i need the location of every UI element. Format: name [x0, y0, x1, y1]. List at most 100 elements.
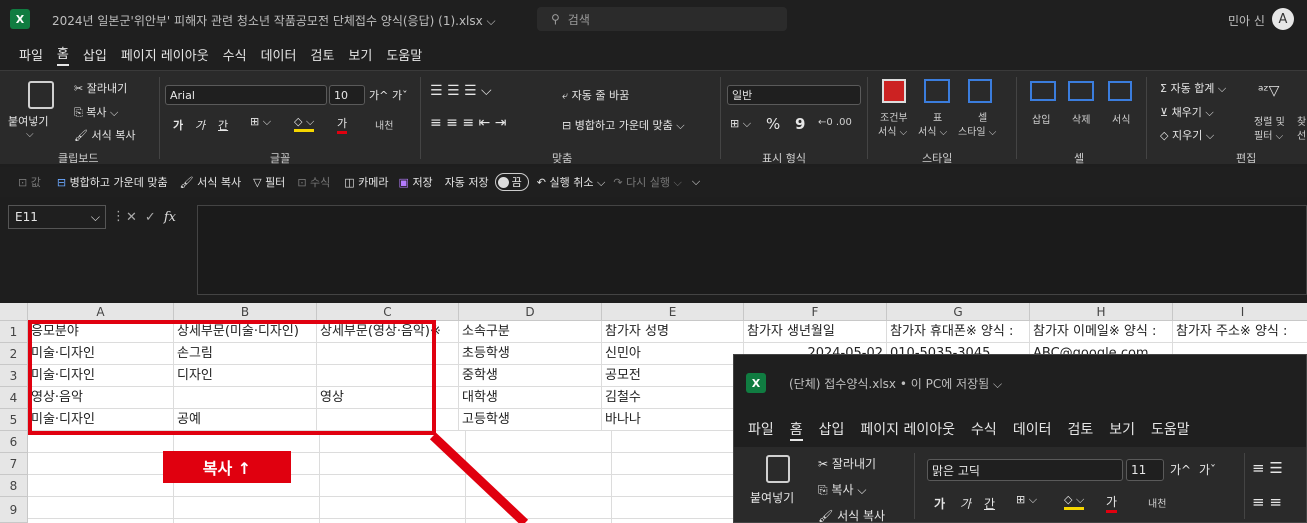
overlay-copy-button[interactable]: ⎘ 복사 ⌵: [818, 481, 866, 498]
document-title[interactable]: 2024년 일본군'위안부' 피해자 관련 청소년 작품공모전 단체접수 양식(…: [52, 12, 496, 29]
tab-review[interactable]: 검토: [310, 45, 334, 64]
overlay-shrink-font-button[interactable]: 가ˇ: [1199, 461, 1216, 478]
overlay-italic-button[interactable]: 가: [960, 495, 971, 512]
cell-styles-label[interactable]: 셀: [978, 109, 987, 124]
cell-g1[interactable]: 참가자 휴대폰※ 양식 :: [887, 321, 1030, 343]
overlay-paste-button[interactable]: 붙여넣기: [750, 489, 794, 506]
cell-d4[interactable]: 대학생: [459, 387, 602, 409]
phonetic-button[interactable]: 내천: [375, 117, 393, 132]
fill-color-icon[interactable]: ◇ ⌵: [1064, 493, 1085, 510]
empty-cells[interactable]: [28, 431, 744, 523]
bold-button[interactable]: 가: [173, 117, 183, 133]
select-all-corner[interactable]: [0, 303, 28, 321]
tab-insert[interactable]: 삽입: [83, 45, 107, 64]
cond-format-label[interactable]: 조건부: [880, 109, 908, 124]
percent-button[interactable]: %: [766, 115, 780, 133]
find-select-label[interactable]: 찾: [1297, 113, 1306, 128]
overlay-tab-page-layout[interactable]: 페이지 레이아웃: [860, 419, 955, 441]
borders-icon[interactable]: ⊞ ⌵: [250, 115, 271, 129]
cell-e5[interactable]: 바나나: [602, 409, 744, 431]
autosave-toggle[interactable]: 끔: [494, 173, 529, 191]
font-size-select[interactable]: 10: [329, 85, 365, 105]
currency-icon[interactable]: ⊞ ⌵: [730, 117, 751, 131]
table-format-label2[interactable]: 서식 ⌵: [918, 123, 947, 138]
clear-button[interactable]: ◇ 지우기 ⌵: [1160, 127, 1214, 143]
cell-styles-label2[interactable]: 스타일 ⌵: [958, 123, 996, 138]
overlay-underline-button[interactable]: 간: [984, 495, 995, 512]
tab-file[interactable]: 파일: [19, 45, 43, 64]
underline-button[interactable]: 간: [218, 117, 228, 133]
cell-d5[interactable]: 고등학생: [459, 409, 602, 431]
overlay-tab-data[interactable]: 데이터: [1013, 419, 1052, 441]
row-header-9[interactable]: 9: [0, 497, 28, 523]
search-box[interactable]: ⚲ 검색: [537, 7, 787, 31]
wrap-text-button[interactable]: ⤶ 자동 줄 바꿈: [562, 87, 629, 103]
row-header-4[interactable]: 4: [0, 387, 28, 409]
cell-e2[interactable]: 신민아: [602, 343, 744, 365]
enter-icon[interactable]: ✓: [145, 210, 156, 225]
cell-i1[interactable]: 참가자 주소※ 양식 :: [1173, 321, 1307, 343]
overlay-tab-insert[interactable]: 삽입: [819, 419, 845, 441]
cell-d2[interactable]: 초등학생: [459, 343, 602, 365]
delete-cells-icon[interactable]: [1068, 81, 1094, 101]
font-color-button[interactable]: 가: [337, 115, 348, 134]
overlay-phonetic-button[interactable]: 내천: [1148, 495, 1166, 510]
overlay-document-title[interactable]: (단체) 접수양식.xlsx • 이 PC에 저장됨 ⌵: [789, 375, 1002, 392]
customize-qat-icon[interactable]: ⌵: [692, 175, 700, 189]
row-header-2[interactable]: 2: [0, 343, 28, 365]
tab-formulas[interactable]: 수식: [223, 45, 247, 64]
comma-button[interactable]: 9: [795, 115, 805, 133]
undo-button[interactable]: ↶ 실행 취소 ⌵: [537, 174, 606, 190]
column-header-d[interactable]: D: [459, 303, 602, 321]
paste-values-button[interactable]: ⊡ 값: [18, 174, 41, 190]
cell-e1[interactable]: 참가자 성명: [602, 321, 744, 343]
format-painter-button[interactable]: 🖌 서식 복사: [74, 127, 135, 143]
formula-input[interactable]: [197, 205, 1307, 295]
row-header-1[interactable]: 1: [0, 321, 28, 343]
fill-color-icon[interactable]: ◇ ⌵: [294, 115, 315, 132]
cut-button[interactable]: ✂ 잘라내기: [74, 80, 127, 96]
sort-filter-label[interactable]: 정렬 및: [1254, 113, 1285, 128]
overlay-tab-formulas[interactable]: 수식: [971, 419, 997, 441]
insert-label[interactable]: 삽입: [1032, 111, 1050, 126]
tab-view[interactable]: 보기: [348, 45, 372, 64]
autosum-button[interactable]: Σ 자동 합계 ⌵: [1160, 80, 1226, 96]
cell-f1[interactable]: 참가자 생년월일: [744, 321, 887, 343]
overlay-font-name-select[interactable]: 맑은 고딕: [927, 459, 1123, 481]
tab-data[interactable]: 데이터: [261, 45, 297, 64]
column-header-e[interactable]: E: [602, 303, 744, 321]
overlay-bold-button[interactable]: 가: [934, 495, 945, 512]
column-header-b[interactable]: B: [174, 303, 317, 321]
row-header-6[interactable]: 6: [0, 431, 28, 453]
row-header-3[interactable]: 3: [0, 365, 28, 387]
insert-function-button[interactable]: fx: [164, 210, 176, 225]
cancel-icon[interactable]: ✕: [126, 210, 137, 225]
borders-icon[interactable]: ⊞ ⌵: [1016, 493, 1037, 507]
table-format-label[interactable]: 표: [933, 109, 942, 124]
column-header-h[interactable]: H: [1030, 303, 1173, 321]
tab-help[interactable]: 도움말: [386, 45, 422, 64]
row-header-5[interactable]: 5: [0, 409, 28, 431]
sort-filter-label2[interactable]: 필터 ⌵: [1254, 127, 1283, 142]
number-format-select[interactable]: 일반: [727, 85, 861, 105]
overlay-format-painter-button[interactable]: 🖌 서식 복사: [818, 507, 885, 522]
cell-d1[interactable]: 소속구분: [459, 321, 602, 343]
name-box[interactable]: E11 ⌵: [8, 205, 106, 229]
shrink-font-button[interactable]: 가ˇ: [392, 87, 408, 103]
qat-filter-button[interactable]: ▽ 필터: [253, 174, 285, 190]
delete-label[interactable]: 삭제: [1072, 111, 1090, 126]
user-name[interactable]: 민아 신: [1228, 12, 1265, 29]
column-header-a[interactable]: A: [28, 303, 174, 321]
cell-styles-icon[interactable]: [968, 79, 992, 103]
paste-button[interactable]: 붙여넣기: [8, 113, 48, 129]
italic-button[interactable]: 가: [195, 117, 205, 133]
cell-e3[interactable]: 공모전: [602, 365, 744, 387]
overlay-cut-button[interactable]: ✂ 잘라내기: [818, 455, 876, 472]
qat-merge-button[interactable]: ⊟ 병합하고 가운데 맞춤: [57, 174, 168, 190]
sort-filter-icon[interactable]: ᵃᶻ▽: [1258, 83, 1279, 99]
redo-button[interactable]: ↷ 다시 실행 ⌵: [613, 174, 682, 190]
row-header-8[interactable]: 8: [0, 475, 28, 497]
table-format-icon[interactable]: [924, 79, 950, 103]
qat-save-button[interactable]: ▣ 저장: [399, 174, 433, 190]
avatar[interactable]: A: [1272, 8, 1294, 30]
